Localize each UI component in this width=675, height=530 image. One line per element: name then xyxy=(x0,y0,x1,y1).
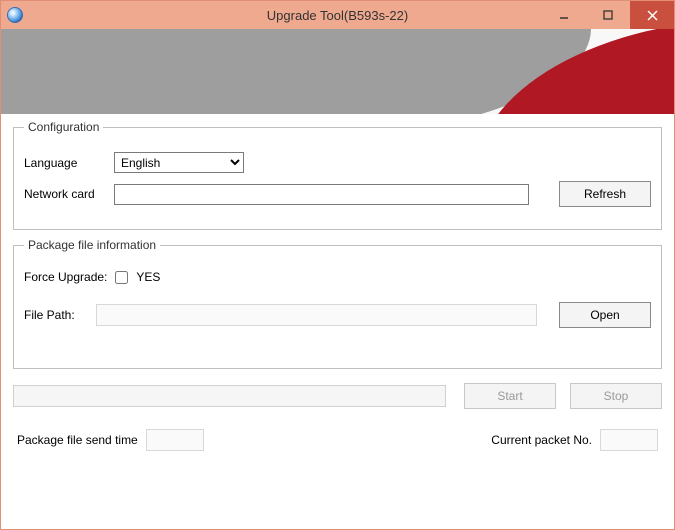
configuration-legend: Configuration xyxy=(24,120,103,134)
file-path-label: File Path: xyxy=(24,308,88,322)
app-icon xyxy=(7,7,23,23)
package-info-legend: Package file information xyxy=(24,238,160,252)
banner xyxy=(1,29,674,114)
start-button[interactable]: Start xyxy=(464,383,556,409)
network-row: Network card HUAWEI Mobile Connect - 3G … xyxy=(24,181,651,207)
maximize-button[interactable] xyxy=(586,1,630,29)
footer-row: Package file send time Current packet No… xyxy=(13,429,662,455)
progress-row: Start Stop xyxy=(13,383,662,409)
stop-button[interactable]: Stop xyxy=(570,383,662,409)
network-label: Network card xyxy=(24,187,106,201)
send-time-field[interactable] xyxy=(146,429,204,451)
package-info-group: Package file information Force Upgrade: … xyxy=(13,238,662,369)
packet-no-field[interactable] xyxy=(600,429,658,451)
language-label: Language xyxy=(24,156,106,170)
close-icon xyxy=(647,10,658,21)
force-upgrade-checkbox[interactable] xyxy=(115,271,128,284)
packet-no-label: Current packet No. xyxy=(491,433,592,447)
maximize-icon xyxy=(603,10,613,20)
file-path-row: File Path: Open xyxy=(24,302,651,328)
open-button[interactable]: Open xyxy=(559,302,651,328)
window-controls xyxy=(542,1,674,29)
minimize-button[interactable] xyxy=(542,1,586,29)
progress-bar xyxy=(13,385,446,407)
window-title: Upgrade Tool(B593s-22) xyxy=(267,8,408,23)
send-time-label: Package file send time xyxy=(17,433,138,447)
app-window: Upgrade Tool(B593s-22) Configuration Lan… xyxy=(0,0,675,530)
force-upgrade-label: Force Upgrade: xyxy=(24,270,107,284)
banner-gray-shape xyxy=(1,29,591,114)
yes-label: YES xyxy=(136,270,160,284)
file-path-input[interactable] xyxy=(96,304,537,326)
close-button[interactable] xyxy=(630,1,674,29)
language-row: Language English xyxy=(24,152,651,173)
network-card-select[interactable]: HUAWEI Mobile Connect - 3G Network Card … xyxy=(114,184,529,205)
minimize-icon xyxy=(559,10,569,20)
force-upgrade-row: Force Upgrade: YES xyxy=(24,270,651,284)
content-area: Configuration Language English Network c… xyxy=(1,114,674,529)
titlebar: Upgrade Tool(B593s-22) xyxy=(1,1,674,29)
configuration-group: Configuration Language English Network c… xyxy=(13,120,662,230)
language-select[interactable]: English xyxy=(114,152,244,173)
refresh-button[interactable]: Refresh xyxy=(559,181,651,207)
